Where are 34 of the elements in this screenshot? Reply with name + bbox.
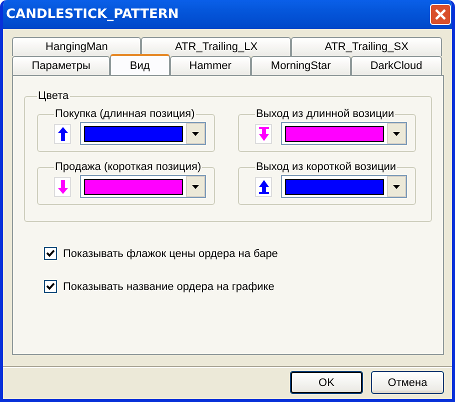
caret-icon bbox=[393, 132, 400, 136]
dialog-button[interactable]: Отмена bbox=[371, 371, 444, 394]
close-icon bbox=[434, 8, 447, 21]
dialog-button[interactable]: OK bbox=[290, 371, 363, 394]
caret-icon bbox=[393, 184, 400, 188]
window-title: CANDLESTICK_PATTERN bbox=[6, 7, 179, 22]
color-dropdown[interactable] bbox=[281, 175, 407, 198]
dropdown-button[interactable] bbox=[387, 123, 406, 144]
group-title: Продажа (короткая позиция) bbox=[54, 161, 202, 173]
tab[interactable]: HangingMan bbox=[12, 37, 142, 56]
checkbox[interactable] bbox=[44, 247, 57, 260]
tab[interactable]: Параметры bbox=[12, 56, 110, 75]
color-dropdown[interactable] bbox=[281, 122, 407, 145]
tab[interactable]: MorningStar bbox=[251, 56, 351, 75]
tab[interactable]: Вид bbox=[110, 54, 170, 75]
group-title: Выход из короткой возиции bbox=[255, 161, 398, 173]
checkbox-label: Показывать название ордера на графике bbox=[63, 280, 274, 292]
color-dropdown[interactable] bbox=[80, 175, 206, 198]
tab[interactable]: ATR_Trailing_LX bbox=[141, 37, 292, 56]
caret-icon bbox=[192, 184, 199, 188]
dropdown-button[interactable] bbox=[186, 176, 205, 197]
close-button[interactable] bbox=[430, 4, 451, 25]
group-title: Выход из длинной возиции bbox=[255, 108, 396, 120]
group-title: Покупка (длинная позиция) bbox=[54, 108, 196, 120]
tab[interactable]: ATR_Trailing_SX bbox=[291, 37, 442, 56]
tab[interactable]: DarkCloud bbox=[350, 56, 442, 75]
group-title: Цвета bbox=[37, 90, 70, 102]
tab[interactable]: Hammer bbox=[170, 56, 252, 75]
dropdown-button[interactable] bbox=[387, 176, 406, 197]
caret-icon bbox=[192, 132, 199, 136]
checkbox[interactable] bbox=[44, 280, 57, 293]
checkbox-label: Показывать флажок цены ордера на баре bbox=[63, 248, 278, 260]
color-dropdown[interactable] bbox=[80, 122, 206, 145]
dropdown-button[interactable] bbox=[186, 123, 205, 144]
